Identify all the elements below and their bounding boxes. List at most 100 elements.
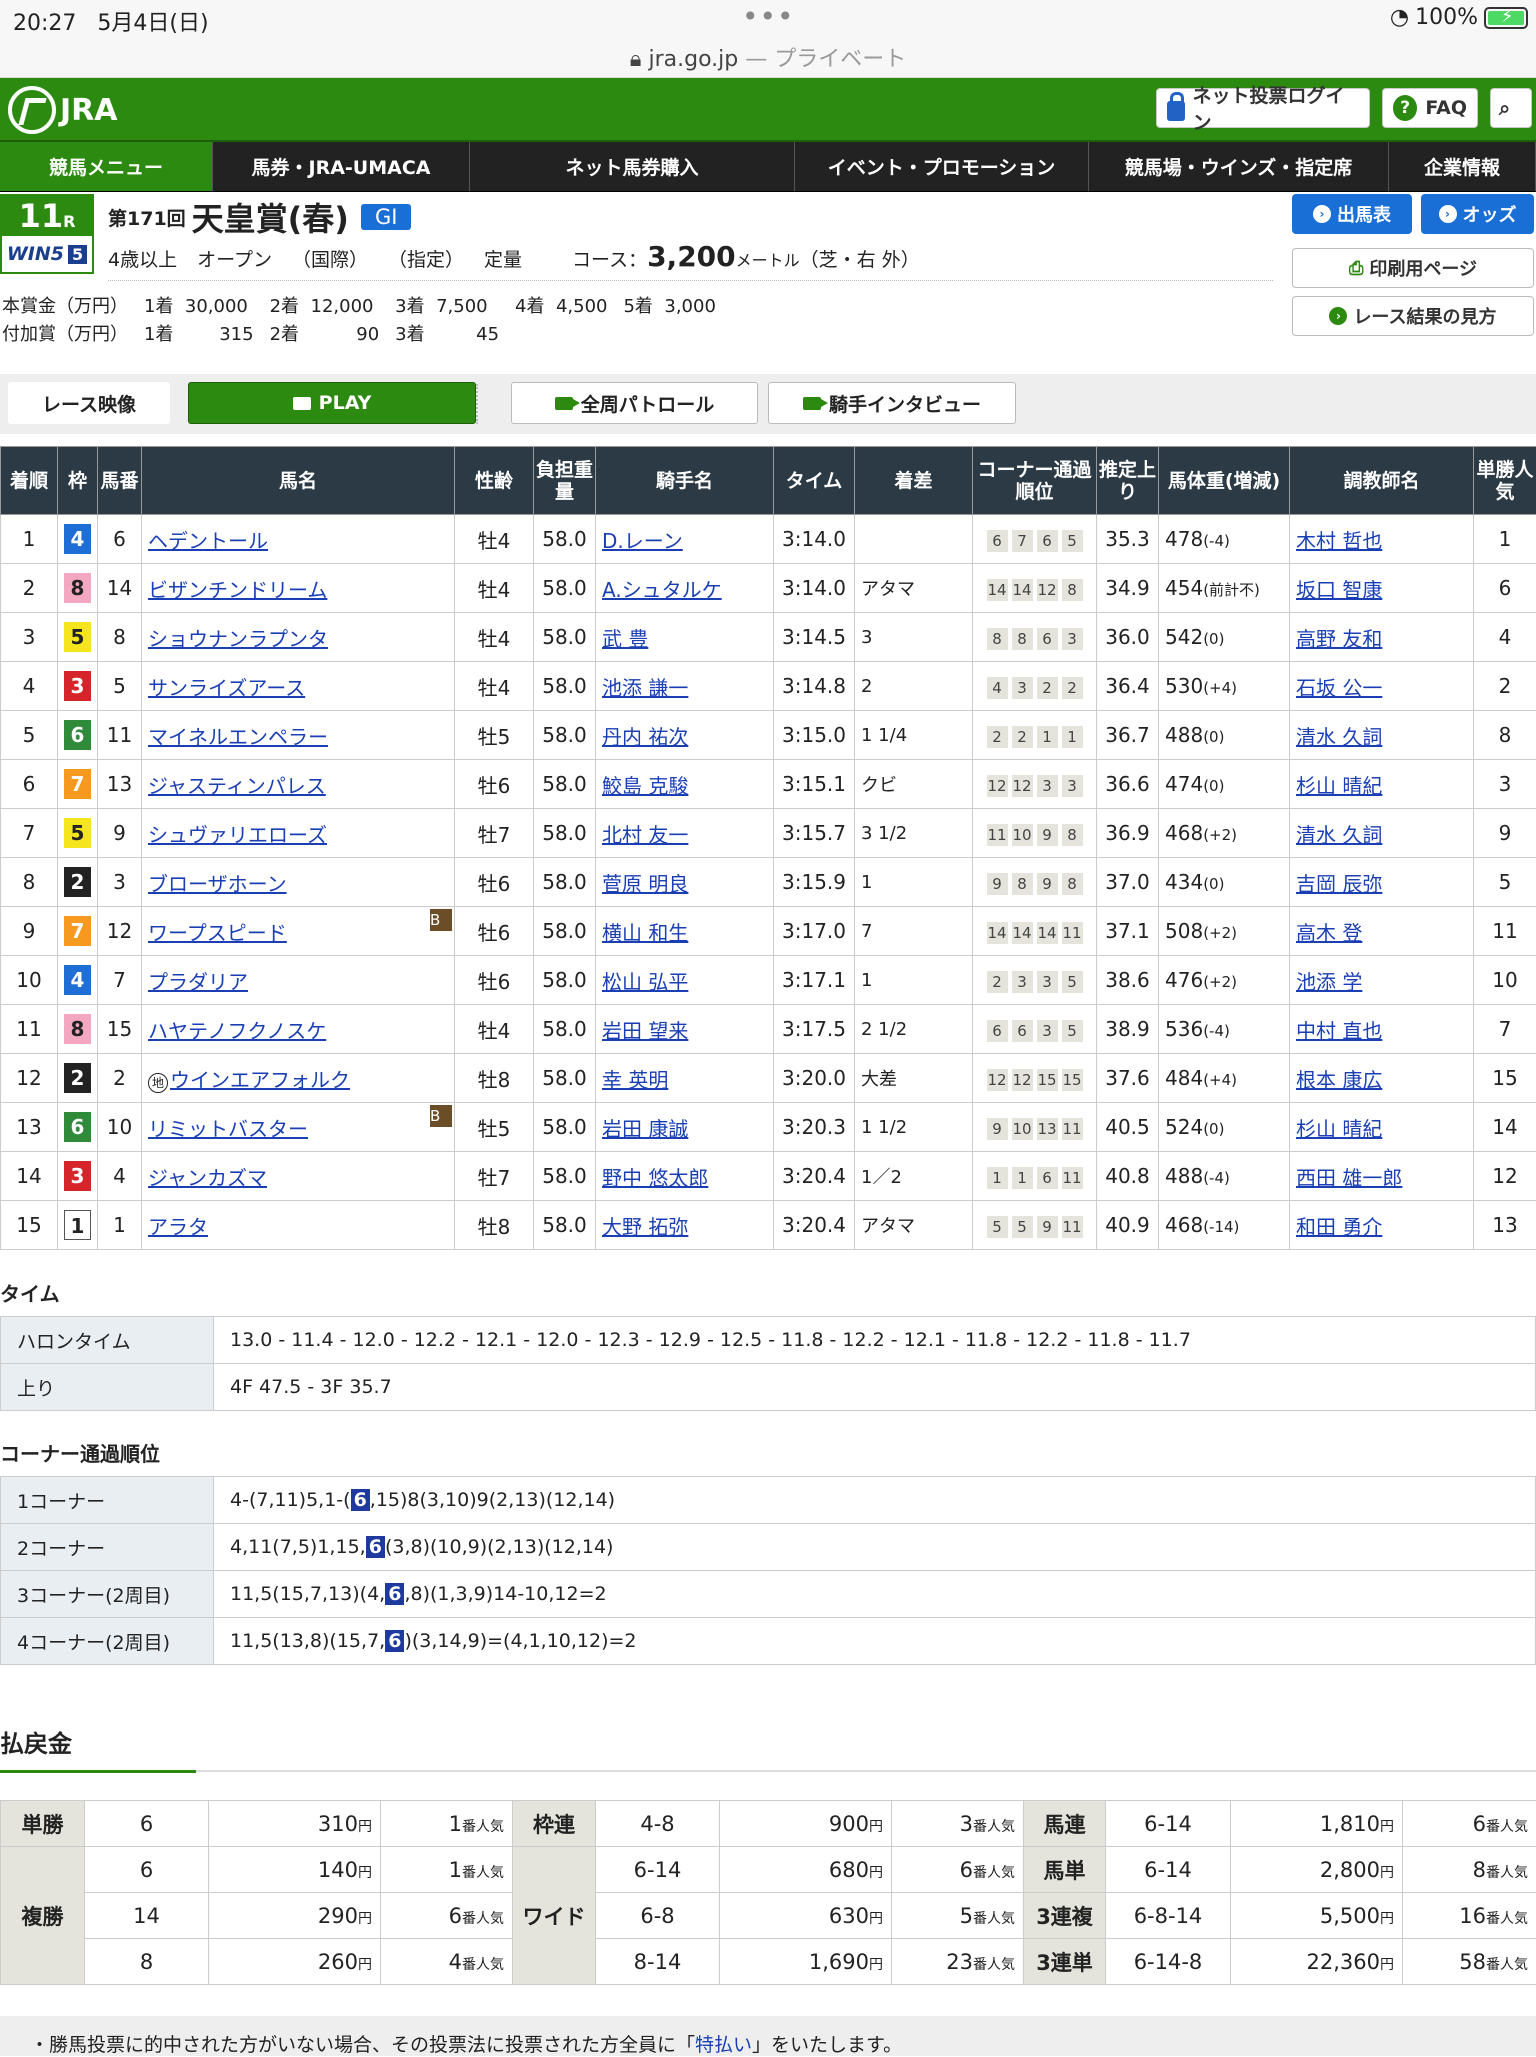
net-login-button[interactable]: ネット投票ログイン bbox=[1156, 88, 1370, 128]
status-bar: 20:27 5月4日(日) ••• ◔ 100% ⚡ bbox=[0, 0, 1536, 40]
horse-link[interactable]: リミットバスター bbox=[148, 1117, 308, 1141]
url-bar[interactable]: 🔒︎ jra.go.jp — プライベート bbox=[0, 40, 1536, 78]
trainer-link[interactable]: 高木 登 bbox=[1296, 921, 1362, 945]
agari-cell: 37.0 bbox=[1097, 858, 1159, 907]
yen-unit: 円 bbox=[358, 1819, 372, 1835]
trainer-link[interactable]: 杉山 晴紀 bbox=[1296, 1117, 1382, 1141]
trainer-link[interactable]: 根本 康広 bbox=[1296, 1068, 1382, 1092]
horse-link[interactable]: ウインエアフォルク bbox=[170, 1068, 350, 1092]
jockey-link[interactable]: 武 豊 bbox=[602, 627, 648, 651]
jockey-link[interactable]: 池添 謙一 bbox=[602, 676, 688, 700]
faq-button[interactable]: ?FAQ bbox=[1382, 88, 1478, 128]
yen-unit: 円 bbox=[358, 1865, 372, 1881]
arrow-circle-icon: › bbox=[1329, 307, 1347, 325]
status-time: 20:27 5月4日(日) bbox=[13, 5, 209, 37]
jockey-link[interactable]: A.シュタルケ bbox=[602, 578, 722, 602]
print-button[interactable]: ⎙印刷用ページ bbox=[1292, 248, 1534, 288]
corner-pos: 8 bbox=[1062, 579, 1083, 601]
corner-label: 3コーナー(2周目) bbox=[1, 1571, 214, 1618]
nav-event[interactable]: イベント・プロモーション bbox=[795, 142, 1089, 191]
horse-link[interactable]: ビザンチンドリーム bbox=[148, 578, 327, 602]
horse-cell: プラダリア bbox=[142, 956, 455, 1005]
jockey-link[interactable]: 菅原 明良 bbox=[602, 872, 688, 896]
patrol-button[interactable]: 全周パトロール bbox=[511, 382, 758, 424]
result-guide-button[interactable]: ›レース結果の見方 bbox=[1292, 296, 1534, 336]
site-header: JRA ネット投票ログイン ?FAQ ⌕ bbox=[0, 78, 1536, 142]
horse-link[interactable]: シュヴァリエローズ bbox=[148, 823, 327, 847]
nav-baken[interactable]: 馬券・JRA-UMACA bbox=[213, 142, 470, 191]
trainer-link[interactable]: 坂口 智康 bbox=[1296, 578, 1382, 602]
video-camera-icon bbox=[803, 397, 821, 410]
payout-combo: 8-14 bbox=[596, 1939, 720, 1985]
trainer-link[interactable]: 石坂 公一 bbox=[1296, 676, 1382, 700]
nav-company[interactable]: 企業情報 bbox=[1389, 142, 1536, 191]
horse-link[interactable]: ハヤテノフクノスケ bbox=[148, 1019, 326, 1043]
payout-amount: 310円 bbox=[209, 1801, 381, 1847]
corner-pos: 9 bbox=[987, 873, 1008, 895]
tokubarai-link[interactable]: 特払い bbox=[695, 2034, 752, 2056]
horse-link[interactable]: アラタ bbox=[148, 1215, 208, 1239]
nav-net-baken[interactable]: ネット馬券購入 bbox=[470, 142, 795, 191]
margin-cell: 1 1/4 bbox=[855, 711, 973, 760]
yen-unit: 円 bbox=[1380, 1819, 1394, 1835]
jockey-link[interactable]: 北村 友一 bbox=[602, 823, 688, 847]
corner-pos: 6 bbox=[1012, 1020, 1033, 1042]
odds-button[interactable]: ›オッズ bbox=[1421, 194, 1534, 234]
tab-dots-icon[interactable]: ••• bbox=[742, 0, 795, 33]
waku-cell: 5 bbox=[58, 809, 98, 858]
video-bar: レース映像 PLAY 全周パトロール 騎手インタビュー bbox=[0, 374, 1536, 434]
body-weight-diff: (0) bbox=[1203, 777, 1224, 795]
trainer-link[interactable]: 和田 勇介 bbox=[1296, 1215, 1382, 1239]
trainer-link[interactable]: 杉山 晴紀 bbox=[1296, 774, 1382, 798]
jra-logo[interactable]: JRA bbox=[8, 86, 117, 134]
jockey-link[interactable]: 横山 和生 bbox=[602, 921, 688, 945]
horse-link[interactable]: サンライズアース bbox=[148, 676, 305, 700]
interview-button[interactable]: 騎手インタビュー bbox=[768, 382, 1016, 424]
horse-link[interactable]: ジャスティンパレス bbox=[148, 774, 326, 798]
trainer-link[interactable]: 西田 雄一郎 bbox=[1296, 1166, 1402, 1190]
body-weight-diff: (0) bbox=[1203, 1120, 1224, 1138]
popularity-cell: 8 bbox=[1474, 711, 1536, 760]
ninki-unit: 番人気 bbox=[1486, 1865, 1528, 1881]
popularity-cell: 15 bbox=[1474, 1054, 1536, 1103]
payout-amount-value: 290 bbox=[318, 1904, 358, 1928]
umaban-cell: 12 bbox=[98, 907, 142, 956]
trainer-link[interactable]: 清水 久詞 bbox=[1296, 823, 1382, 847]
popularity-cell: 9 bbox=[1474, 809, 1536, 858]
nav-keiba-menu[interactable]: 競馬メニュー bbox=[0, 142, 213, 191]
corner-cell: 12121515 bbox=[973, 1054, 1097, 1103]
jockey-link[interactable]: D.レーン bbox=[602, 529, 683, 553]
horse-link[interactable]: ショウナンラプンタ bbox=[148, 627, 328, 651]
body-weight-cell: 508(+2) bbox=[1159, 907, 1290, 956]
jockey-link[interactable]: 松山 弘平 bbox=[602, 970, 688, 994]
trainer-link[interactable]: 高野 友和 bbox=[1296, 627, 1382, 651]
jockey-link[interactable]: 大野 拓弥 bbox=[602, 1215, 688, 1239]
trainer-link[interactable]: 吉岡 辰弥 bbox=[1296, 872, 1382, 896]
play-button[interactable]: PLAY bbox=[188, 382, 476, 424]
trainer-link[interactable]: 中村 直也 bbox=[1296, 1019, 1382, 1043]
trainer-link[interactable]: 清水 久詞 bbox=[1296, 725, 1382, 749]
jockey-link[interactable]: 岩田 望来 bbox=[602, 1019, 688, 1043]
jockey-link[interactable]: 鮫島 克駿 bbox=[602, 774, 688, 798]
horse-link[interactable]: ヘデントール bbox=[148, 529, 268, 553]
horse-link[interactable]: ワープスピード bbox=[148, 921, 287, 945]
horse-link[interactable]: プラダリア bbox=[148, 970, 248, 994]
body-weight-diff: (0) bbox=[1203, 875, 1224, 893]
horse-link[interactable]: マイネルエンペラー bbox=[148, 725, 328, 749]
jockey-link[interactable]: 野中 悠太郎 bbox=[602, 1166, 708, 1190]
jockey-link[interactable]: 丹内 祐次 bbox=[602, 725, 688, 749]
trainer-link[interactable]: 木村 哲也 bbox=[1296, 529, 1382, 553]
payout-combo: 6 bbox=[85, 1801, 209, 1847]
ninki-unit: 番人気 bbox=[973, 1957, 1015, 1973]
horse-link[interactable]: ブローザホーン bbox=[148, 872, 287, 896]
trainer-link[interactable]: 池添 学 bbox=[1296, 970, 1362, 994]
jockey-link[interactable]: 岩田 康誠 bbox=[602, 1117, 688, 1141]
nav-racecourse[interactable]: 競馬場・ウインズ・指定席 bbox=[1089, 142, 1389, 191]
search-button[interactable]: ⌕ bbox=[1490, 88, 1532, 128]
jockey-link[interactable]: 幸 英明 bbox=[602, 1068, 668, 1092]
horse-link[interactable]: ジャンカズマ bbox=[148, 1166, 267, 1190]
payout-amount-value: 2,800 bbox=[1320, 1858, 1380, 1882]
battery-icon: ⚡ bbox=[1484, 7, 1528, 29]
shutuba-button[interactable]: ›出馬表 bbox=[1292, 194, 1412, 234]
local-horse-icon: 地 bbox=[148, 1073, 168, 1093]
